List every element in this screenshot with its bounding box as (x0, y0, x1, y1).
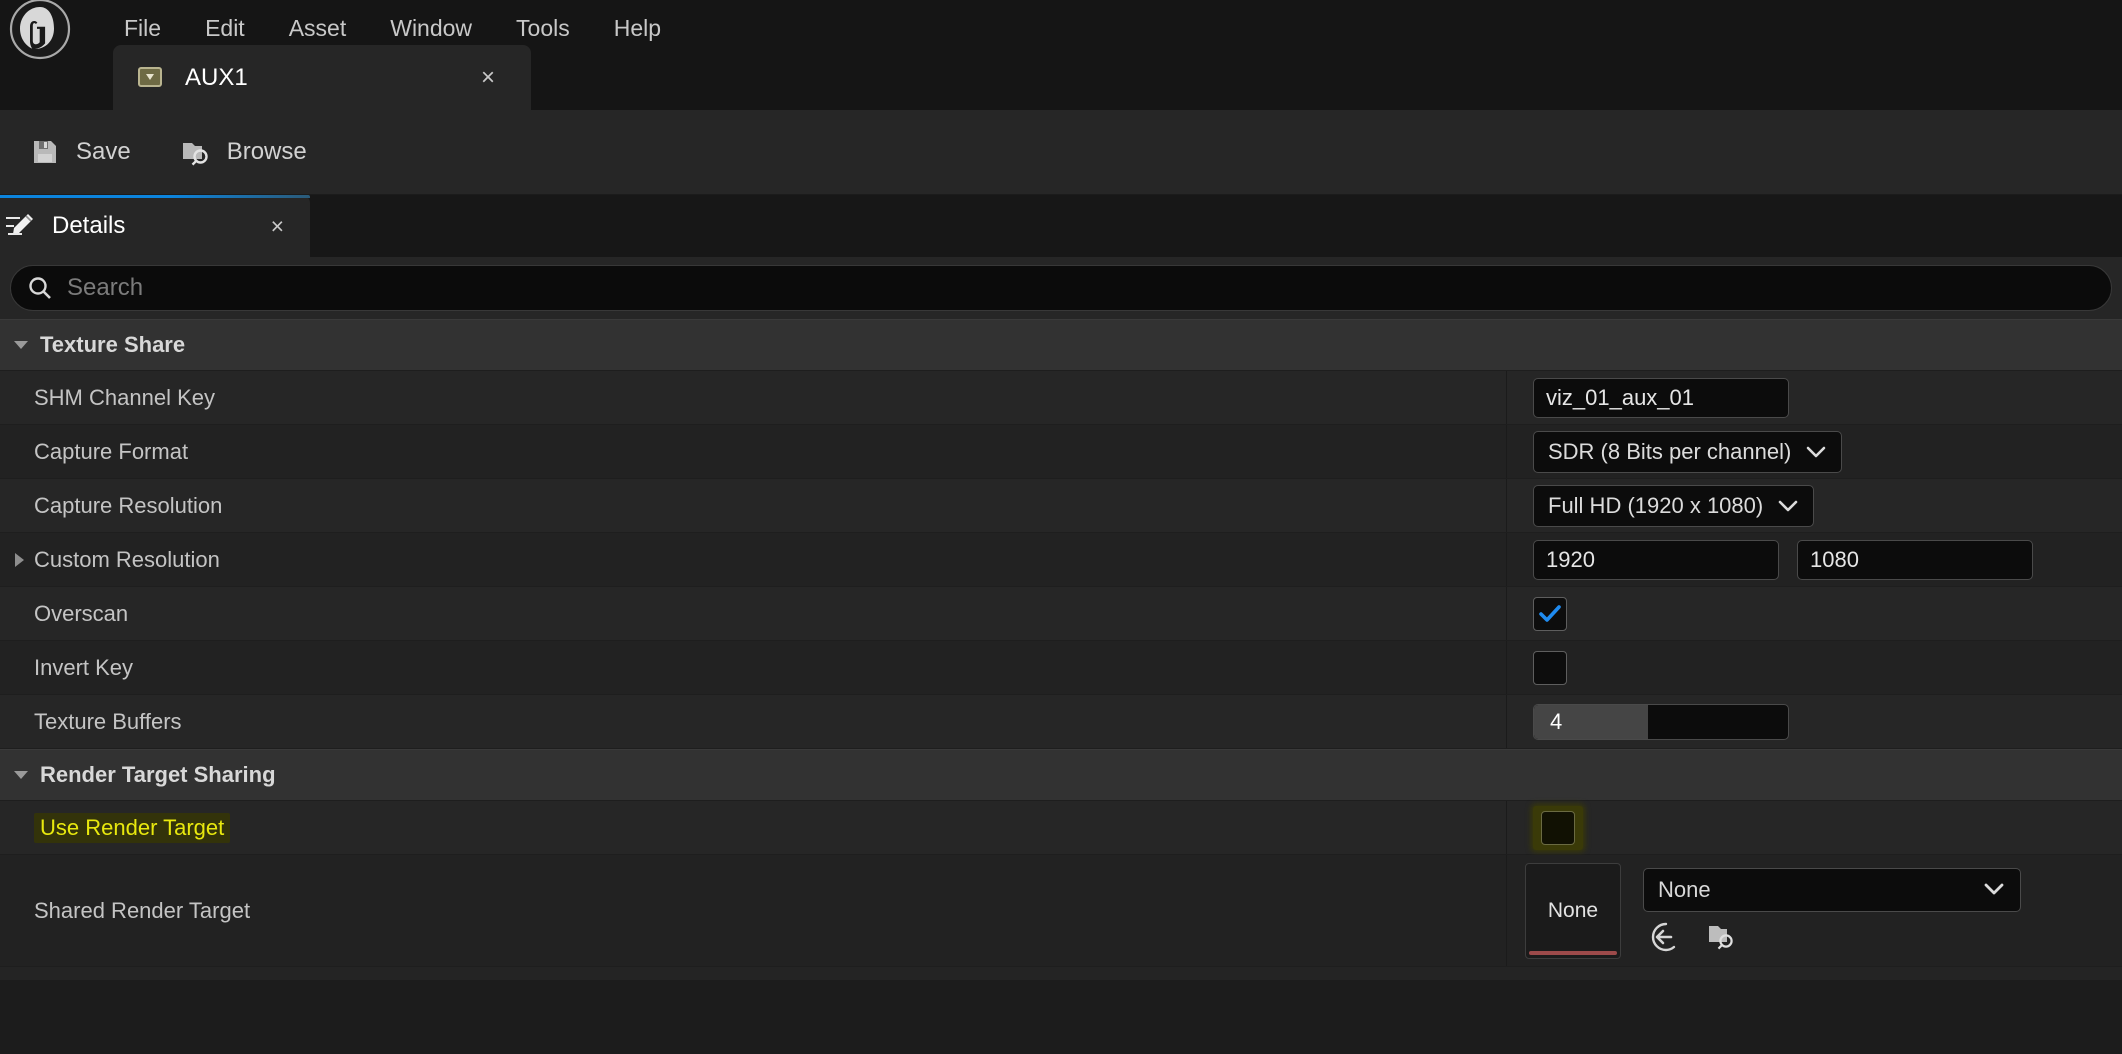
invert-key-checkbox[interactable] (1533, 651, 1567, 685)
category-title: Render Target Sharing (40, 762, 276, 788)
close-icon[interactable]: × (475, 65, 501, 91)
browse-button[interactable]: Browse (159, 121, 327, 183)
browse-to-asset-icon[interactable] (1649, 920, 1683, 954)
capture-format-value: SDR (8 Bits per channel) (1548, 439, 1791, 465)
property-label-wrap: Custom Resolution (0, 533, 1506, 586)
property-label: SHM Channel Key (34, 385, 215, 411)
asset-editor-icon (135, 63, 165, 93)
document-tab-aux1[interactable]: AUX1 × (113, 45, 531, 110)
property-label-wrap: Overscan (0, 587, 1506, 640)
save-button-label: Save (76, 138, 131, 166)
property-value-wrap: SDR (8 Bits per channel) (1506, 425, 2122, 478)
chevron-down-icon (1982, 877, 2006, 903)
search-input[interactable] (67, 274, 2111, 302)
details-property-list: Texture Share SHM Channel Key viz_01_aux… (0, 319, 2122, 980)
property-label: Capture Format (34, 439, 188, 465)
menu-asset[interactable]: Asset (267, 11, 369, 46)
property-row-overscan: Overscan (0, 587, 2122, 641)
save-button[interactable]: Save (8, 121, 151, 183)
property-label-wrap: Shared Render Target (0, 855, 1506, 966)
capture-format-dropdown[interactable]: SDR (8 Bits per channel) (1533, 431, 1842, 473)
property-value-wrap: None None (1506, 855, 2122, 966)
property-row-invert-key: Invert Key (0, 641, 2122, 695)
chevron-right-icon[interactable] (4, 551, 34, 569)
property-label: Shared Render Target (34, 898, 250, 924)
property-value-wrap: viz_01_aux_01 (1506, 371, 2122, 424)
property-label: Invert Key (34, 655, 133, 681)
floppy-disk-icon (28, 135, 62, 169)
property-value-wrap (1506, 641, 2122, 694)
search-box[interactable] (10, 265, 2112, 311)
property-row-shm-channel-key: SHM Channel Key viz_01_aux_01 (0, 371, 2122, 425)
property-label: Texture Buffers (34, 709, 182, 735)
property-value-wrap: 4 (1506, 695, 2122, 748)
asset-thumbnail[interactable]: None (1525, 863, 1621, 959)
active-tab-accent (0, 195, 310, 198)
property-value-wrap: Full HD (1920 x 1080) (1506, 479, 2122, 532)
property-value-wrap (1506, 801, 2122, 854)
category-header-texture-share[interactable]: Texture Share (0, 319, 2122, 371)
details-pencil-icon (2, 210, 38, 242)
folder-search-icon[interactable] (1705, 920, 1739, 954)
overscan-checkbox[interactable] (1533, 597, 1567, 631)
use-render-target-highlight (1533, 806, 1583, 850)
capture-resolution-dropdown[interactable]: Full HD (1920 x 1080) (1533, 485, 1814, 527)
custom-resolution-x-input[interactable]: 1920 (1533, 540, 1779, 580)
unreal-engine-logo-icon[interactable] (0, 0, 80, 57)
texture-buffers-value: 4 (1550, 705, 1562, 739)
property-label-wrap: Invert Key (0, 641, 1506, 694)
asset-toolbar: Save Browse (0, 110, 2122, 195)
category-header-render-target-sharing[interactable]: Render Target Sharing (0, 749, 2122, 801)
property-label-wrap: Use Render Target (0, 801, 1506, 854)
texture-buffers-slider[interactable]: 4 (1533, 704, 1789, 740)
close-icon[interactable]: × (271, 213, 284, 240)
property-label-wrap: Texture Buffers (0, 695, 1506, 748)
details-search-row (0, 257, 2122, 319)
shared-render-target-value: None (1658, 877, 1711, 903)
property-label: Custom Resolution (34, 547, 220, 573)
search-icon (25, 273, 55, 303)
panel-bottom-filler (0, 980, 2122, 1054)
property-row-custom-resolution: Custom Resolution 1920 1080 (0, 533, 2122, 587)
property-label: Use Render Target (34, 813, 230, 843)
shared-render-target-dropdown[interactable]: None (1643, 868, 2021, 912)
chevron-down-icon[interactable] (4, 766, 38, 784)
menu-window[interactable]: Window (368, 11, 494, 46)
asset-thumbnail-label: None (1548, 899, 1598, 923)
property-label: Capture Resolution (34, 493, 222, 519)
property-label-wrap: SHM Channel Key (0, 371, 1506, 424)
property-row-capture-format: Capture Format SDR (8 Bits per channel) (0, 425, 2122, 479)
property-value-wrap: 1920 1080 (1506, 533, 2122, 586)
chevron-down-icon (1805, 445, 1827, 459)
category-title: Texture Share (40, 332, 185, 358)
shm-channel-key-input[interactable]: viz_01_aux_01 (1533, 378, 1789, 418)
asset-action-icons (1643, 920, 2021, 954)
asset-picker-group: None (1643, 868, 2021, 954)
chevron-down-icon (1777, 499, 1799, 513)
document-tab-label: AUX1 (185, 64, 475, 92)
property-value-wrap (1506, 587, 2122, 640)
details-panel-tab-row: Details × (0, 195, 2122, 257)
custom-resolution-y-input[interactable]: 1080 (1797, 540, 2033, 580)
menu-tools[interactable]: Tools (494, 11, 592, 46)
property-label: Overscan (34, 601, 128, 627)
menu-edit[interactable]: Edit (183, 11, 267, 46)
property-label-wrap: Capture Format (0, 425, 1506, 478)
folder-search-icon (179, 135, 213, 169)
tab-details-label: Details (52, 212, 271, 240)
checkmark-icon (1538, 604, 1562, 624)
browse-button-label: Browse (227, 138, 307, 166)
property-row-capture-resolution: Capture Resolution Full HD (1920 x 1080) (0, 479, 2122, 533)
property-row-use-render-target: Use Render Target (0, 801, 2122, 855)
capture-resolution-value: Full HD (1920 x 1080) (1548, 493, 1763, 519)
property-label-wrap: Capture Resolution (0, 479, 1506, 532)
menu-file[interactable]: File (102, 11, 183, 46)
property-row-texture-buffers: Texture Buffers 4 (0, 695, 2122, 749)
chevron-down-icon[interactable] (4, 336, 38, 354)
menu-help[interactable]: Help (592, 11, 683, 46)
property-row-shared-render-target: Shared Render Target None None (0, 855, 2122, 967)
tab-details[interactable]: Details × (0, 195, 310, 257)
use-render-target-checkbox[interactable] (1541, 811, 1575, 845)
